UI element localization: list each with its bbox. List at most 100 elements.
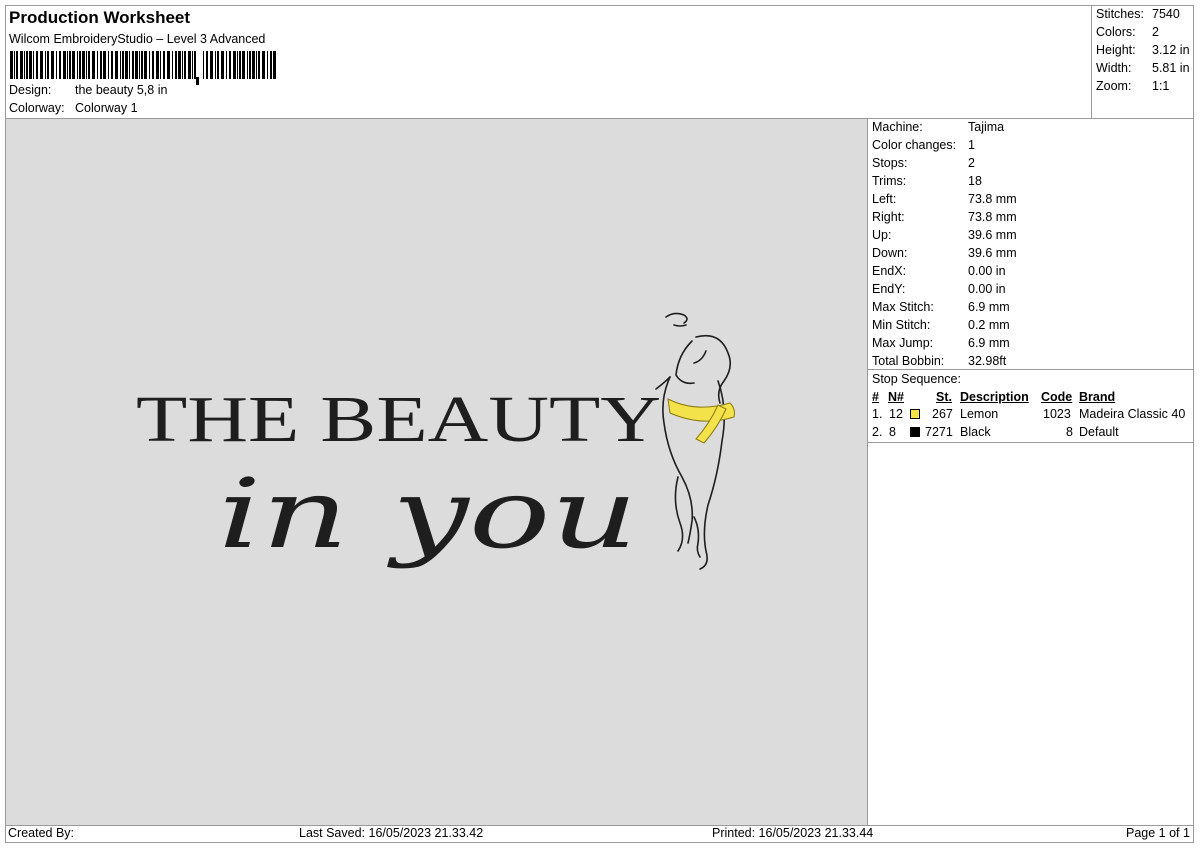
info-label: Right: xyxy=(872,210,905,224)
info-label: Stops: xyxy=(872,156,908,170)
row-description: Black xyxy=(960,425,991,439)
info-value: 0.00 in xyxy=(968,282,1006,296)
design-text-line2: in you xyxy=(218,458,638,570)
colorway-value: Colorway 1 xyxy=(75,101,138,115)
design-text-line1: THE BEAUTY xyxy=(136,383,661,456)
created-by: Created By: xyxy=(8,826,75,840)
design-label: Design: xyxy=(9,83,52,97)
info-value: 0.2 mm xyxy=(968,318,1010,332)
design-row: Design: the beauty 5,8 in xyxy=(9,83,167,97)
row-index: 2. xyxy=(872,425,883,439)
info-label: Up: xyxy=(872,228,892,242)
summary-row: Height: 3.12 in xyxy=(1096,43,1190,57)
info-row: EndX: 0.00 in xyxy=(872,264,1006,278)
summary-label: Colors: xyxy=(1096,25,1136,39)
info-row: Total Bobbin: 32.98ft xyxy=(872,354,1006,368)
barcode-icon xyxy=(10,51,276,85)
row-brand: Madeira Classic 40 xyxy=(1079,407,1186,421)
row-needle: 8 xyxy=(889,425,896,439)
summary-value: 2 xyxy=(1152,25,1159,39)
summary-row: Colors: 2 xyxy=(1096,25,1159,39)
col-header-brand: Brand xyxy=(1079,390,1116,404)
row-stitches: 267 xyxy=(932,407,953,421)
row-code: 1023 xyxy=(1043,407,1071,421)
summary-row: Stitches: 7540 xyxy=(1096,7,1180,21)
info-label: EndX: xyxy=(872,264,907,278)
summary-value: 3.12 in xyxy=(1152,43,1190,57)
col-header-needle: N# xyxy=(888,390,904,404)
info-value: 1 xyxy=(968,138,975,152)
info-label: Color changes: xyxy=(872,138,957,152)
design-preview: THE BEAUTY in you xyxy=(6,119,867,825)
info-value: 39.6 mm xyxy=(968,228,1017,242)
summary-label: Height: xyxy=(1096,43,1136,57)
info-label: Max Jump: xyxy=(872,336,934,350)
info-label: Trims: xyxy=(872,174,907,188)
info-value: 32.98ft xyxy=(968,354,1007,368)
info-label: Min Stitch: xyxy=(872,318,931,332)
summary-panel: Stitches: 7540 Colors: 2 Height: 3.12 in Wi… xyxy=(1091,6,1194,118)
info-row: Down: 39.6 mm xyxy=(872,246,1017,260)
printed-date: Printed: 16/05/2023 21.33.44 xyxy=(712,826,874,840)
color-swatch-icon xyxy=(910,409,920,419)
canvas-divider xyxy=(867,119,868,826)
color-swatch-icon xyxy=(910,427,920,437)
info-value: 6.9 mm xyxy=(968,300,1010,314)
info-row: Left: 73.8 mm xyxy=(872,192,1017,206)
info-label: Machine: xyxy=(872,120,923,134)
info-row: Min Stitch: 0.2 mm xyxy=(872,318,1010,332)
info-row: Max Jump: 6.9 mm xyxy=(872,336,1010,350)
embroidery-design: THE BEAUTY in you xyxy=(136,312,735,570)
info-divider xyxy=(868,369,1193,370)
info-label: Down: xyxy=(872,246,908,260)
summary-value: 5.81 in xyxy=(1152,61,1190,75)
info-label: EndY: xyxy=(872,282,906,296)
row-description: Lemon xyxy=(960,407,999,421)
woman-figure-icon xyxy=(655,312,732,570)
info-value: 39.6 mm xyxy=(968,246,1017,260)
col-header-description: Description xyxy=(960,390,1029,404)
row-code: 8 xyxy=(1066,425,1073,439)
stop-sequence-title: Stop Sequence: xyxy=(872,372,961,386)
row-needle: 12 xyxy=(889,407,903,421)
page-number: Page 1 of 1 xyxy=(1126,826,1190,840)
info-row: Trims: 18 xyxy=(872,174,982,188)
row-brand: Default xyxy=(1079,425,1119,439)
info-value: 18 xyxy=(968,174,982,188)
col-header-code: Code xyxy=(1041,390,1073,404)
info-value: 2 xyxy=(968,156,975,170)
info-value: Tajima xyxy=(968,120,1005,134)
info-label: Total Bobbin: xyxy=(872,354,945,368)
software-name: Wilcom EmbroideryStudio – Level 3 Advanc… xyxy=(9,32,266,46)
col-header-stitches: St. xyxy=(936,390,952,404)
colorway-label: Colorway: xyxy=(9,101,65,115)
info-row: Machine: Tajima xyxy=(872,120,1004,134)
summary-value: 7540 xyxy=(1152,7,1180,21)
stops-divider xyxy=(868,442,1193,443)
worksheet-header: Production Worksheet Wilcom EmbroiderySt… xyxy=(6,6,1093,118)
info-row: Stops: 2 xyxy=(872,156,975,170)
row-stitches: 7271 xyxy=(925,425,953,439)
info-row: Color changes: 1 xyxy=(872,138,975,152)
summary-label: Width: xyxy=(1096,61,1132,75)
summary-label: Stitches: xyxy=(1096,7,1144,21)
info-value: 73.8 mm xyxy=(968,210,1017,224)
last-saved: Last Saved: 16/05/2023 21.33.42 xyxy=(299,826,484,840)
info-value: 73.8 mm xyxy=(968,192,1017,206)
info-value: 0.00 in xyxy=(968,264,1006,278)
worksheet-footer: Created By: Last Saved: 16/05/2023 21.33… xyxy=(6,826,1193,842)
info-label: Max Stitch: xyxy=(872,300,934,314)
page-title: Production Worksheet xyxy=(9,8,191,27)
info-label: Left: xyxy=(872,192,897,206)
row-index: 1. xyxy=(872,407,883,421)
summary-label: Zoom: xyxy=(1096,79,1132,93)
summary-row: Width: 5.81 in xyxy=(1096,61,1190,75)
info-row: EndY: 0.00 in xyxy=(872,282,1006,296)
info-row: Up: 39.6 mm xyxy=(872,228,1017,242)
colorway-row: Colorway: Colorway 1 xyxy=(9,101,138,115)
summary-value: 1:1 xyxy=(1152,79,1170,93)
info-row: Max Stitch: 6.9 mm xyxy=(872,300,1010,314)
info-value: 6.9 mm xyxy=(968,336,1010,350)
col-header-index: # xyxy=(872,390,879,404)
summary-row: Zoom: 1:1 xyxy=(1096,79,1169,93)
